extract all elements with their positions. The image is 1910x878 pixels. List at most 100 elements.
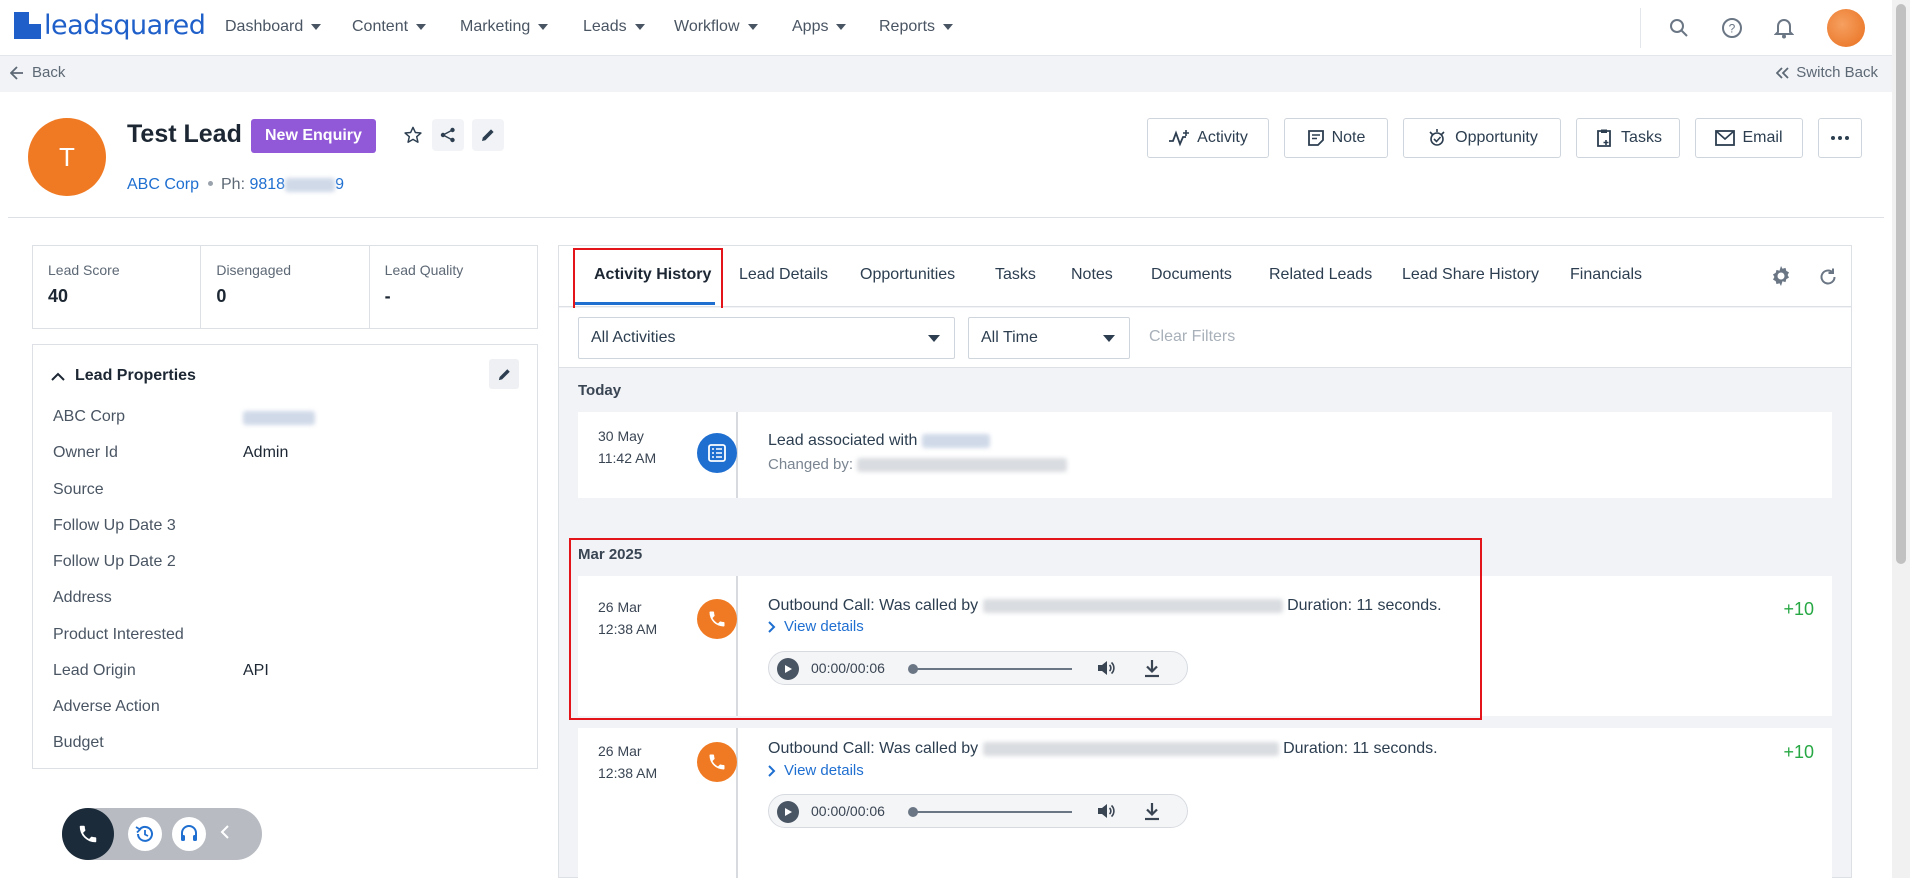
activity-time: 11:42 AM (598, 450, 657, 466)
view-details-link[interactable]: View details (768, 762, 864, 779)
lead-company-link[interactable]: ABC Corp (127, 176, 199, 194)
activity-icon (1169, 130, 1190, 147)
score-change: +10 (1783, 742, 1814, 762)
more-horizontal-icon (1831, 136, 1849, 140)
tab-lead-share-history[interactable]: Lead Share History (1402, 266, 1539, 284)
audio-progress-track[interactable] (912, 811, 1072, 813)
prop-value-redacted (243, 409, 315, 427)
nav-reports[interactable]: Reports (879, 18, 954, 36)
note-icon (1307, 130, 1324, 146)
tab-lead-details[interactable]: Lead Details (739, 266, 828, 284)
switch-back-button[interactable]: Switch Back (1776, 64, 1878, 81)
prop-label: ABC Corp (53, 408, 126, 425)
headset-icon (181, 825, 197, 841)
edit-properties-button[interactable] (489, 359, 519, 389)
prop-label: Adverse Action (53, 698, 160, 715)
opportunity-icon (1429, 129, 1445, 146)
nav-dashboard[interactable]: Dashboard (225, 18, 322, 36)
back-button[interactable]: Back (10, 64, 65, 81)
nav-workflow[interactable]: Workflow (674, 18, 758, 36)
refresh-icon[interactable] (1814, 263, 1842, 291)
top-navbar: leadsquared Dashboard Content Marketing … (0, 0, 1892, 56)
leadsquared-logo[interactable]: leadsquared (14, 9, 206, 41)
document-list-icon (697, 433, 737, 473)
lead-quality-cell: Lead Quality - (384, 262, 464, 306)
lead-phone[interactable]: Ph: 9818 9 (221, 176, 344, 194)
download-icon[interactable] (1143, 801, 1161, 826)
user-avatar[interactable] (1827, 9, 1865, 47)
search-icon[interactable] (1665, 14, 1693, 42)
phone-call-icon (697, 742, 737, 782)
star-icon[interactable] (397, 119, 429, 151)
tab-documents[interactable]: Documents (1151, 266, 1232, 284)
more-actions-button[interactable] (1818, 118, 1862, 158)
arrow-left-icon (10, 65, 23, 80)
call-history-button[interactable] (128, 817, 162, 851)
tasks-button[interactable]: Tasks (1576, 118, 1680, 158)
timeline-line (736, 728, 738, 878)
redacted-text (857, 458, 1068, 473)
nav-leads[interactable]: Leads (583, 18, 645, 36)
audio-time: 00:00/00:06 (811, 803, 885, 819)
tab-bar: Activity History Lead Details Opportunit… (559, 246, 1851, 311)
double-chevron-left-icon (1776, 66, 1789, 79)
prop-label: Address (53, 589, 112, 606)
collapse-chevron-icon[interactable] (220, 822, 230, 845)
time-range-select[interactable]: All Time (968, 317, 1130, 359)
caret-down-icon (943, 24, 954, 30)
lead-name: Test Lead (127, 120, 242, 148)
nav-content[interactable]: Content (352, 18, 427, 36)
page-scrollbar[interactable] (1892, 0, 1910, 878)
phone-icon (79, 825, 97, 843)
caret-down-icon (836, 24, 847, 30)
chevron-right-icon (768, 764, 776, 777)
share-icon[interactable] (432, 119, 464, 151)
tab-related-leads[interactable]: Related Leads (1269, 266, 1372, 284)
email-button[interactable]: Email (1695, 118, 1803, 158)
bell-icon[interactable] (1770, 14, 1798, 42)
lead-properties-panel: Lead Properties ABC Corp Owner Id Admin … (32, 344, 538, 769)
edit-icon[interactable] (472, 119, 504, 151)
lead-header: T Test Lead New Enquiry ABC Corp Ph: 981… (8, 98, 1884, 218)
lead-score-summary: Lead Score 40 Disengaged 0 Lead Quality … (32, 245, 538, 329)
prop-value: API (243, 662, 269, 679)
caret-down-icon (416, 24, 427, 30)
activity-item: 30 May 11:42 AM Lead associated with Cha… (578, 412, 1832, 498)
lead-properties-toggle[interactable]: Lead Properties (51, 367, 196, 385)
headset-button[interactable] (172, 817, 206, 851)
redacted-link (921, 433, 990, 448)
activity-button[interactable]: Activity (1147, 118, 1269, 158)
phone-widget (62, 808, 262, 860)
nav-marketing[interactable]: Marketing (460, 18, 549, 36)
call-button[interactable] (62, 808, 114, 860)
activity-type-select[interactable]: All Activities (578, 317, 955, 359)
tab-tasks[interactable]: Tasks (995, 266, 1036, 284)
score-change: +10 (1783, 599, 1814, 619)
caret-down-icon (928, 335, 940, 342)
tab-financials[interactable]: Financials (1570, 266, 1642, 284)
lead-stage-badge[interactable]: New Enquiry (251, 119, 376, 153)
volume-icon[interactable] (1096, 801, 1116, 826)
activity-panel: Activity History Lead Details Opportunit… (558, 245, 1852, 878)
opportunity-button[interactable]: Opportunity (1403, 118, 1561, 158)
email-icon (1715, 130, 1736, 146)
prop-label: Follow Up Date 2 (53, 553, 176, 570)
note-button[interactable]: Note (1284, 118, 1388, 158)
help-icon[interactable]: ? (1718, 14, 1746, 42)
activity-time: 12:38 AM (598, 765, 658, 781)
audio-progress-knob[interactable] (908, 807, 918, 817)
chevron-up-icon (51, 372, 65, 381)
redacted-text (285, 177, 336, 192)
highlight-box (569, 538, 1482, 720)
clear-filters-button[interactable]: Clear Filters (1149, 328, 1235, 346)
logo-mark-icon (14, 11, 41, 39)
nav-apps[interactable]: Apps (792, 18, 847, 36)
prop-label: Lead Origin (53, 662, 136, 679)
audio-player: 00:00/00:06 (768, 794, 1188, 828)
gear-icon[interactable] (1767, 262, 1795, 290)
scrollbar-thumb[interactable] (1896, 4, 1906, 564)
tab-notes[interactable]: Notes (1071, 266, 1113, 284)
dot-separator (208, 181, 213, 186)
play-icon[interactable] (777, 801, 799, 823)
tab-opportunities[interactable]: Opportunities (860, 266, 955, 284)
